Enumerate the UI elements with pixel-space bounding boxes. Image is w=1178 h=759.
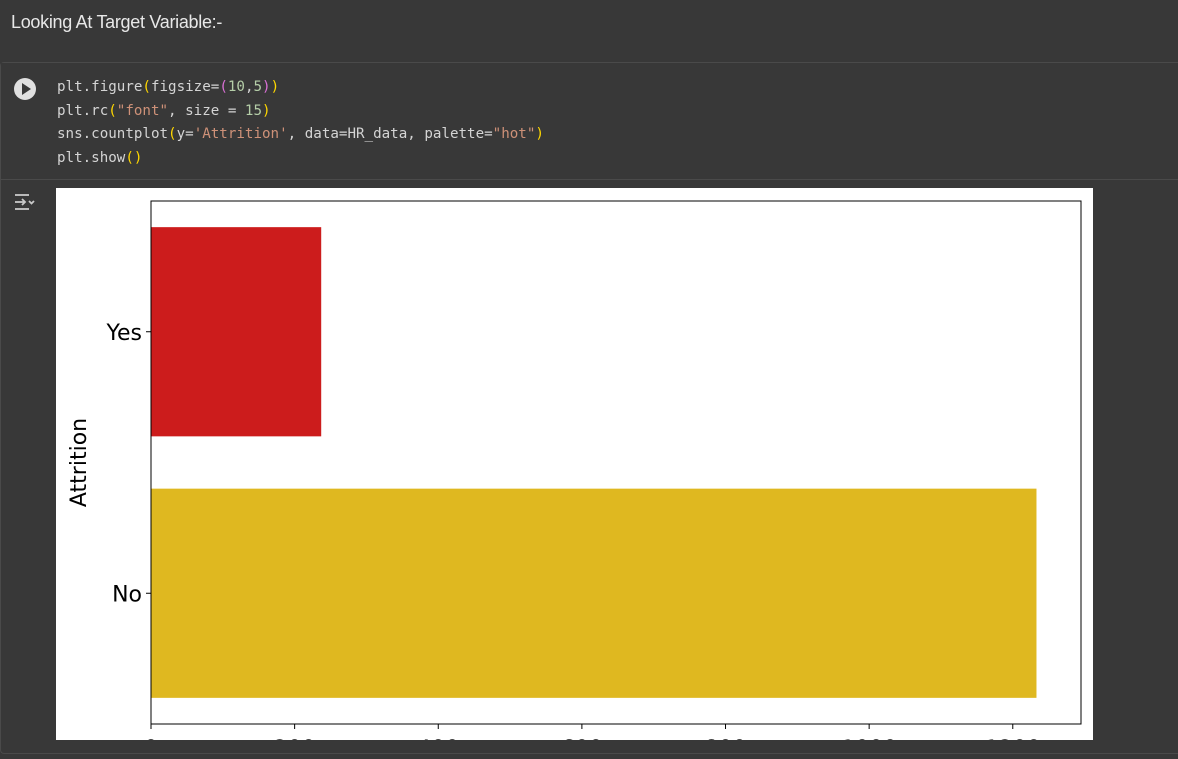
xtick-label-1200: 1200 <box>985 737 1041 740</box>
xtick-label-400: 400 <box>417 737 459 740</box>
xtick-label-0: 0 <box>144 737 158 740</box>
run-cell-button[interactable] <box>14 78 36 100</box>
xtick-label-600: 600 <box>561 737 603 740</box>
xtick-label-200: 200 <box>274 737 316 740</box>
ytick-label-no: No <box>112 582 142 607</box>
output-collapse-icon[interactable] <box>12 190 36 214</box>
markdown-heading: Looking At Target Variable:- <box>11 12 223 32</box>
code-editor[interactable]: plt.figure(figsize=(10,5)) plt.rc("font",… <box>1 63 1178 180</box>
xtick-label-1000: 1000 <box>841 737 897 740</box>
ytick-label-yes: Yes <box>105 321 142 346</box>
bar-no <box>151 488 1037 698</box>
y-axis-label: Attrition <box>67 418 92 507</box>
code-line-3: sns.countplot(y='Attrition', data=HR_dat… <box>57 126 544 142</box>
markdown-cell: Looking At Target Variable:- <box>0 0 1178 62</box>
bar-yes <box>151 227 322 437</box>
code-line-2: plt.rc("font", size = 15) <box>57 102 271 119</box>
cell-output: YesNo020040060080010001200countAttrition <box>56 188 1093 759</box>
code-line-4: plt.show() <box>57 149 143 166</box>
play-icon <box>22 83 31 95</box>
code-line-1: plt.figure(figsize=(10,5)) <box>57 79 280 95</box>
code-cell[interactable]: plt.figure(figsize=(10,5)) plt.rc("font",… <box>0 62 1178 759</box>
countplot-chart: YesNo020040060080010001200countAttrition <box>67 200 1082 759</box>
code-lines[interactable]: plt.figure(figsize=(10,5)) plt.rc("font",… <box>57 76 544 170</box>
xtick-label-800: 800 <box>705 737 747 740</box>
